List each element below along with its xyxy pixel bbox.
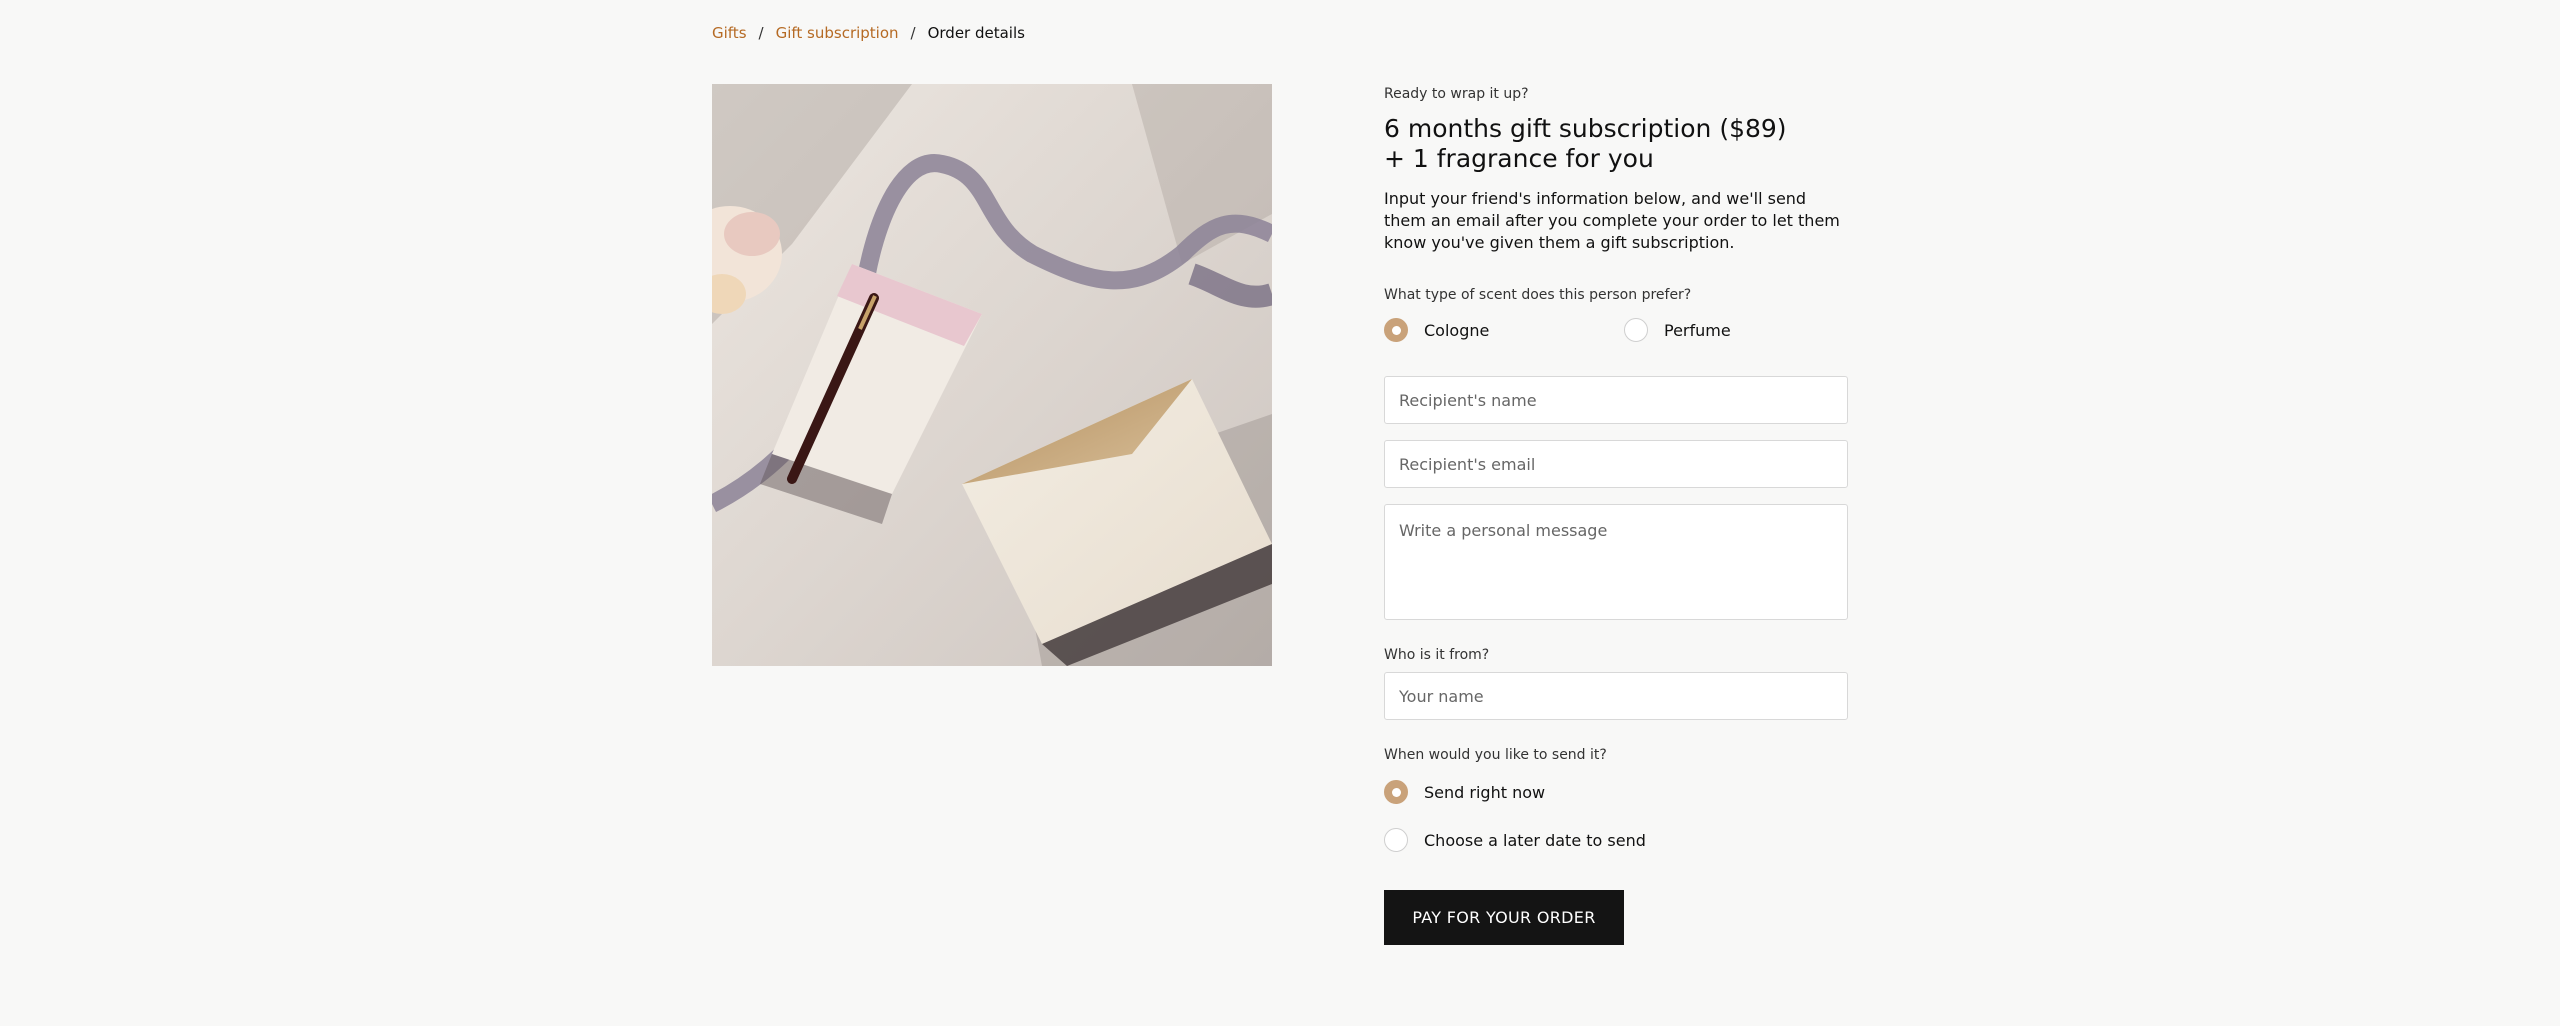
- breadcrumb-gifts-link[interactable]: Gifts: [712, 24, 747, 42]
- personal-message-textarea[interactable]: [1384, 504, 1848, 620]
- breadcrumb-separator: /: [758, 24, 764, 42]
- send-option-now[interactable]: Send right now: [1384, 778, 1848, 806]
- scent-radio-group: Cologne Perfume: [1384, 316, 1848, 344]
- scent-option-perfume[interactable]: Perfume: [1624, 318, 1731, 342]
- perfume-radio[interactable]: [1624, 318, 1648, 342]
- from-question-label: Who is it from?: [1384, 647, 1490, 663]
- scent-option-cologne[interactable]: Cologne: [1384, 318, 1624, 342]
- send-later-label: Choose a later date to send: [1424, 830, 1646, 850]
- pay-for-order-button[interactable]: PAY FOR YOUR ORDER: [1384, 890, 1624, 945]
- send-now-radio[interactable]: [1384, 780, 1408, 804]
- page-title: 6 months gift subscription ($89) + 1 fra…: [1384, 114, 1848, 174]
- gift-still-life-illustration: [712, 84, 1272, 666]
- eyebrow-text: Ready to wrap it up?: [1384, 86, 1529, 102]
- gift-order-page: Gifts / Gift subscription / Order detail…: [0, 0, 2560, 1026]
- send-option-later[interactable]: Choose a later date to send: [1384, 826, 1848, 854]
- your-name-input[interactable]: [1384, 672, 1848, 720]
- perfume-label: Perfume: [1664, 320, 1731, 340]
- send-now-label: Send right now: [1424, 782, 1546, 802]
- gift-product-image: [712, 84, 1272, 666]
- cologne-radio[interactable]: [1384, 318, 1408, 342]
- scent-question-label: What type of scent does this person pref…: [1384, 287, 1692, 303]
- breadcrumb-current: Order details: [927, 24, 1025, 42]
- title-line-1: 6 months gift subscription ($89): [1384, 114, 1787, 143]
- recipient-name-input[interactable]: [1384, 376, 1848, 424]
- cologne-label: Cologne: [1424, 320, 1490, 340]
- breadcrumb-gift-subscription-link[interactable]: Gift subscription: [776, 24, 899, 42]
- send-later-radio[interactable]: [1384, 828, 1408, 852]
- breadcrumb-separator: /: [910, 24, 916, 42]
- send-question-label: When would you like to send it?: [1384, 747, 1607, 763]
- intro-text: Input your friend's information below, a…: [1384, 189, 1840, 252]
- title-line-2: + 1 fragrance for you: [1384, 144, 1654, 173]
- breadcrumb: Gifts / Gift subscription / Order detail…: [712, 24, 1025, 42]
- recipient-email-input[interactable]: [1384, 440, 1848, 488]
- order-form: Ready to wrap it up? 6 months gift subsc…: [1384, 84, 1848, 854]
